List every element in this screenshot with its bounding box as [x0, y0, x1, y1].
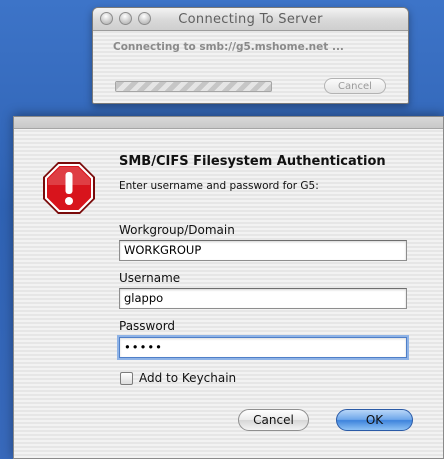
- cancel-button[interactable]: Cancel: [238, 409, 309, 431]
- workgroup-field[interactable]: WORKGROUP: [119, 240, 407, 261]
- connection-status-text: Connecting to smb://g5.mshome.net ...: [113, 41, 344, 53]
- keychain-checkbox-label[interactable]: Add to Keychain: [139, 371, 236, 385]
- keychain-checkbox[interactable]: [120, 371, 133, 385]
- dialog-top-edge: [14, 117, 443, 129]
- username-label: Username: [119, 271, 181, 285]
- ok-button[interactable]: OK: [336, 409, 413, 431]
- connect-cancel-button[interactable]: Cancel: [324, 78, 386, 94]
- stop-alert-icon: [43, 162, 95, 214]
- workgroup-label: Workgroup/Domain: [119, 223, 235, 237]
- password-field[interactable]: •••••: [119, 337, 407, 358]
- window-title: Connecting To Server: [178, 12, 323, 27]
- keychain-option[interactable]: Add to Keychain: [120, 371, 236, 385]
- password-label: Password: [119, 319, 176, 333]
- auth-dialog: SMB/CIFS Filesystem Authentication Enter…: [13, 116, 444, 459]
- connecting-window-titlebar[interactable]: Connecting To Server: [93, 8, 408, 31]
- connecting-window: Connecting To Server Connecting to smb:/…: [92, 7, 409, 104]
- connection-progress-bar: [115, 81, 272, 92]
- dialog-heading: SMB/CIFS Filesystem Authentication: [119, 154, 386, 169]
- username-field[interactable]: glappo: [119, 288, 407, 309]
- dialog-subtext: Enter username and password for G5:: [119, 180, 319, 192]
